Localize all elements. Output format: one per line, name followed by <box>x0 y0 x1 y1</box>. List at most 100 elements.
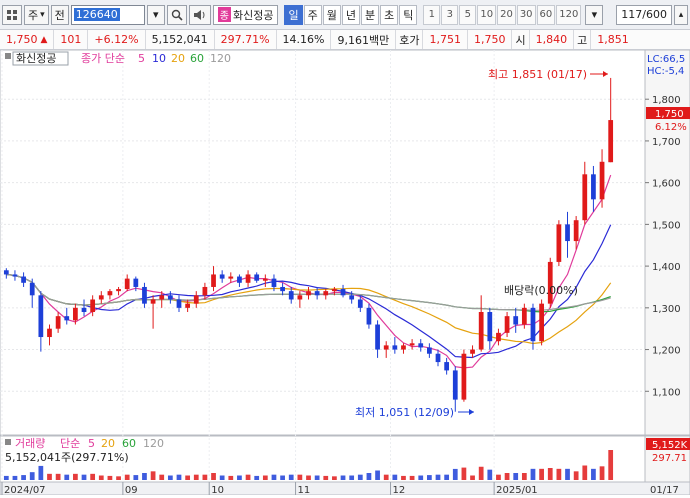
volume-bar <box>332 476 337 480</box>
search-icon[interactable] <box>166 4 187 25</box>
candle-body <box>219 274 225 279</box>
tab-second[interactable]: 초 <box>380 4 399 25</box>
legend-toggle-icon[interactable] <box>5 53 11 59</box>
volume-bar <box>392 474 398 480</box>
interval-5[interactable]: 5 <box>459 4 477 25</box>
candle-body <box>297 295 303 300</box>
candle-body <box>357 299 363 308</box>
candle-body <box>64 316 70 321</box>
interval-3[interactable]: 3 <box>441 4 459 25</box>
current-price: 1,750 ▲ <box>0 30 55 49</box>
volume-legend-toggle-icon[interactable] <box>5 439 11 445</box>
volume-bar <box>280 475 285 480</box>
candle-count-field[interactable]: 117/600 <box>616 4 672 25</box>
candle-body <box>418 343 424 348</box>
candle-body <box>73 307 78 321</box>
volume-bar <box>470 475 475 480</box>
interval-60[interactable]: 60 <box>536 4 556 25</box>
candle-body <box>116 289 121 292</box>
candle-body <box>556 224 562 262</box>
y-tick-label: 1,300 <box>652 304 681 315</box>
x-tick-label: 2025/01 <box>496 485 538 495</box>
tab-month[interactable]: 월 <box>322 4 341 25</box>
volume-bar <box>38 465 44 480</box>
tab-week[interactable]: 주 <box>303 4 322 25</box>
candle-body <box>409 343 415 346</box>
volume-bar <box>150 471 156 480</box>
interval-120[interactable]: 120 <box>556 4 582 25</box>
chevron-down-icon[interactable]: ▾ <box>585 4 604 25</box>
tab-minute[interactable]: 분 <box>360 4 380 25</box>
volume-title: 거래량 <box>15 437 45 450</box>
code-dropdown-button[interactable]: ▾ <box>146 4 165 25</box>
x-tick-label: 09 <box>125 485 138 495</box>
interval-10[interactable]: 10 <box>477 4 497 25</box>
volume-bar <box>426 475 432 480</box>
interval-1[interactable]: 1 <box>423 4 441 25</box>
market-select[interactable]: 주 ▾ <box>24 4 49 25</box>
stock-code-value: 126640 <box>73 8 120 21</box>
candle-body <box>426 347 432 354</box>
toolbar: 주 ▾ 전 126640 ▾ 종 화신정공 일 주 월 년 분 초 틱 1 3 5… <box>0 0 690 30</box>
volume-bar <box>185 475 191 480</box>
x-tick-label: 11 <box>298 485 311 495</box>
candle-body <box>288 291 294 300</box>
candle-body <box>262 278 268 281</box>
stock-name-box[interactable]: 종 화신정공 <box>212 4 279 25</box>
y-tick-label: 1,100 <box>652 387 681 398</box>
ma-10: 10 <box>152 52 166 65</box>
x-tick-label: 10 <box>211 485 224 495</box>
market-label: 주 <box>28 8 39 22</box>
x-tick-label: 12 <box>393 485 406 495</box>
volume: 5,152,041 <box>146 30 215 49</box>
interval-20[interactable]: 20 <box>497 4 516 25</box>
chevron-up-icon[interactable]: ▴ <box>674 4 688 25</box>
candle-body <box>228 276 234 279</box>
ma-20: 20 <box>171 52 185 65</box>
candle-body <box>280 286 285 292</box>
candle-body <box>81 307 87 312</box>
interval-30[interactable]: 30 <box>516 4 536 25</box>
stock-code-input[interactable]: 126640 <box>70 4 145 25</box>
candle-body <box>38 295 44 338</box>
y-tick-label: 1,500 <box>652 220 681 231</box>
candle-body <box>29 282 35 296</box>
volume-bar <box>271 474 277 480</box>
vol-ma-120: 120 <box>143 437 164 450</box>
volume-bar <box>349 475 355 480</box>
candle-body <box>496 332 501 342</box>
volume-bar <box>202 474 208 480</box>
grid-icon[interactable] <box>2 4 22 25</box>
high-label: 고 <box>574 30 592 49</box>
candle-body <box>90 299 96 312</box>
chart-area[interactable]: 1,800 1,700 1,600 1,500 1,400 1,300 1,200 1,100… <box>0 49 690 496</box>
vol-ma-5: 5 <box>88 437 95 450</box>
whole-button[interactable]: 전 <box>50 4 69 25</box>
tab-tick[interactable]: 틱 <box>399 4 418 25</box>
candle-body <box>133 278 139 287</box>
candle-body <box>599 161 605 200</box>
speaker-icon[interactable] <box>188 4 211 25</box>
candle-body <box>392 345 398 350</box>
price-chart-svg[interactable]: 1,800 1,700 1,600 1,500 1,400 1,300 1,200 1,100… <box>0 49 690 496</box>
candle-body <box>55 316 61 329</box>
candle-body <box>452 370 458 400</box>
volume-bar <box>513 473 519 480</box>
candle-body <box>513 316 519 325</box>
turnover: 14.16% <box>277 30 332 49</box>
ma-120: 120 <box>210 52 231 65</box>
candle-body <box>591 174 596 200</box>
volume-bar <box>176 474 182 480</box>
volume-bar <box>444 474 450 480</box>
x-tick-label: 01/17 <box>650 485 679 495</box>
tab-day[interactable]: 일 <box>284 4 303 25</box>
volume-bar <box>29 472 35 480</box>
candle-body <box>461 353 467 400</box>
dividend-annotation: 배당락(0.00%) <box>504 284 578 297</box>
lc-label: LC:66,5 <box>647 54 685 65</box>
volume-bar <box>219 475 225 480</box>
bid-label: 호가 <box>396 30 424 49</box>
candle-body <box>12 274 18 277</box>
candle-body <box>401 345 406 350</box>
tab-year[interactable]: 년 <box>341 4 360 25</box>
